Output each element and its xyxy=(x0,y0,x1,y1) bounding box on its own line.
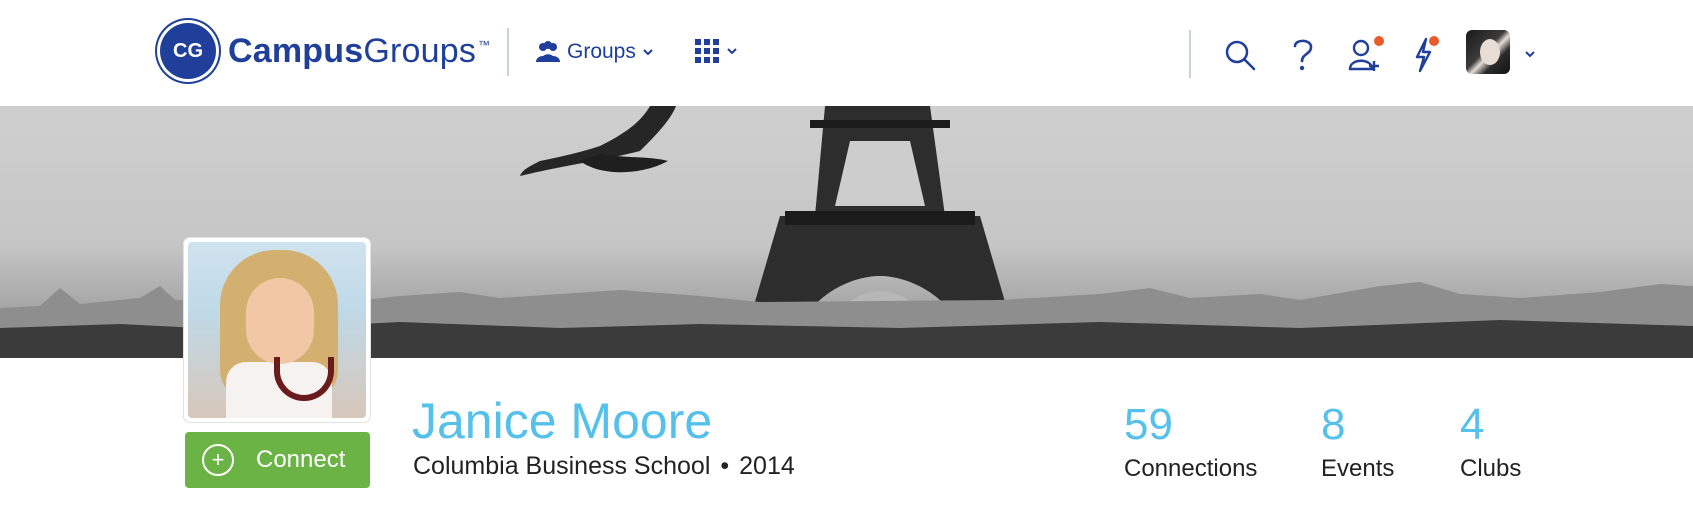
help-button[interactable] xyxy=(1282,33,1322,77)
groups-icon xyxy=(536,41,560,62)
plus-icon: + xyxy=(202,444,234,476)
campusgroups-logo[interactable]: CG CampusGroups ™ xyxy=(160,23,490,79)
notification-dot xyxy=(1429,36,1439,46)
connect-label: Connect xyxy=(256,446,346,473)
help-icon xyxy=(1293,39,1313,71)
logo-word-groups: Groups xyxy=(363,31,477,70)
logo-wordmark: CampusGroups ™ xyxy=(228,32,490,71)
header-divider xyxy=(1189,30,1191,78)
logo-initials: CG xyxy=(173,39,203,62)
activity-button[interactable] xyxy=(1403,33,1443,77)
profile-year: 2014 xyxy=(739,452,795,480)
profile-school: Columbia Business School xyxy=(413,452,711,480)
avatar-face xyxy=(1480,39,1500,65)
profile-photo xyxy=(184,238,370,422)
separator-dot: • xyxy=(720,452,730,480)
chevron-down-icon xyxy=(643,49,653,56)
logo-trademark: ™ xyxy=(478,37,491,52)
groups-menu[interactable]: Groups xyxy=(535,36,654,68)
stat-connections[interactable]: 59 Connections xyxy=(1124,403,1257,483)
connect-button[interactable]: + Connect xyxy=(185,432,370,488)
stat-label: Clubs xyxy=(1460,455,1522,482)
chevron-down-icon[interactable] xyxy=(1524,48,1536,60)
profile-name: Janice Moore xyxy=(412,393,713,449)
logo-word-campus: Campus xyxy=(228,31,364,70)
profile-subline: Columbia Business School • 2014 xyxy=(413,452,795,481)
stat-events[interactable]: 8 Events xyxy=(1321,403,1394,483)
groups-label: Groups xyxy=(567,40,636,63)
photo-face xyxy=(246,278,314,364)
stat-value: 4 xyxy=(1460,400,1485,449)
stat-value: 8 xyxy=(1321,400,1346,449)
nav-divider xyxy=(507,28,509,76)
chevron-down-icon xyxy=(727,48,737,55)
add-connection-button[interactable] xyxy=(1344,33,1384,77)
stat-value: 59 xyxy=(1124,400,1173,449)
apps-grid-icon xyxy=(695,39,719,63)
profile-photo-image xyxy=(188,242,366,418)
search-button[interactable] xyxy=(1220,33,1260,77)
notification-dot xyxy=(1374,36,1384,46)
stat-label: Connections xyxy=(1124,455,1258,482)
cg-logo-icon: CG xyxy=(160,23,216,79)
top-navigation-bar: CG CampusGroups ™ Groups xyxy=(0,0,1693,106)
stat-clubs[interactable]: 4 Clubs xyxy=(1460,403,1521,483)
apps-menu[interactable] xyxy=(694,38,738,64)
stat-label: Events xyxy=(1321,455,1395,482)
user-avatar[interactable] xyxy=(1466,30,1510,74)
search-icon xyxy=(1225,40,1256,71)
